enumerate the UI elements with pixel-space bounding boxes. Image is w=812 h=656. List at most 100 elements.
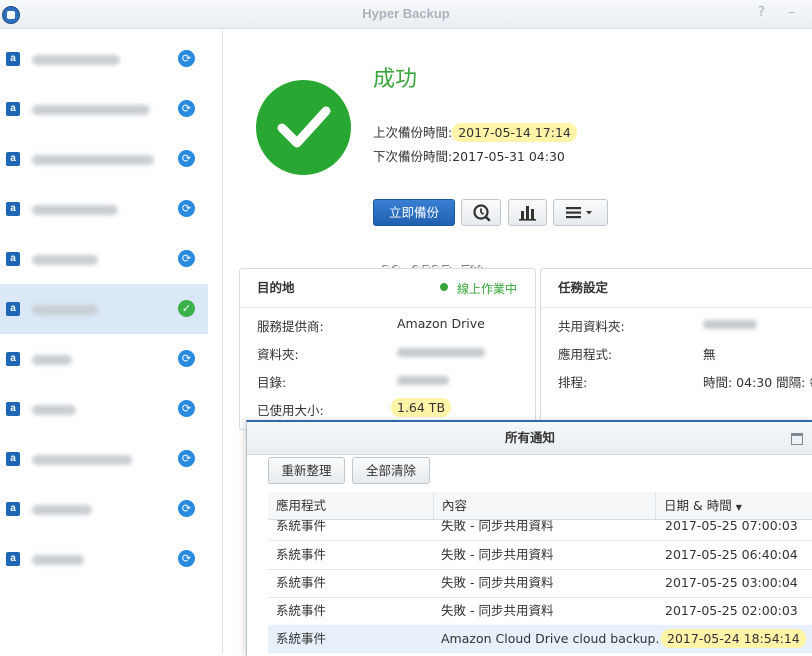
online-status: 線上作業中 xyxy=(457,282,518,296)
success-status-icon: ✓ xyxy=(178,300,195,317)
task-name-blurred xyxy=(32,555,84,565)
shared-folder-value-blurred xyxy=(703,320,757,329)
backup-task-sidebar: a ⟳ a ⟳ a ⟳ a ⟳ a ⟳ a ✓ a ⟳ a ⟳ a ⟳ a ⟳ … xyxy=(0,29,223,654)
table-row[interactable]: 系統事件 失敗 - 同步共用資料 2017-05-25 06:40:04 xyxy=(268,541,812,570)
shared-folder-label: 共用資料夾: xyxy=(558,319,625,334)
next-backup-time: 2017-05-31 04:30 xyxy=(452,149,565,164)
directory-value-blurred xyxy=(397,376,449,385)
row-datetime: 2017-05-25 06:40:04 xyxy=(665,547,798,562)
backup-status-title: 成功 xyxy=(373,67,418,92)
version-list-button[interactable] xyxy=(461,199,501,226)
table-row[interactable]: 系統事件 失敗 - 同步共用資料 2017-05-25 03:00:04 xyxy=(268,569,812,598)
statistics-button[interactable] xyxy=(508,199,547,226)
menu-hamburger-icon xyxy=(566,207,592,219)
row-app: 系統事件 xyxy=(276,631,327,646)
row-app: 系統事件 xyxy=(276,547,327,562)
used-size-value: 1.64 TB xyxy=(391,398,452,417)
task-item[interactable]: a ⟳ xyxy=(0,234,208,284)
checkmark-icon xyxy=(277,106,331,148)
task-name-blurred xyxy=(32,155,154,165)
datetime-header-label: 日期 & 時間 xyxy=(664,498,732,513)
row-datetime: 2017-05-25 02:00:03 xyxy=(665,603,798,618)
amazon-drive-icon: a xyxy=(6,302,20,316)
task-item[interactable]: a ⟳ xyxy=(0,84,208,134)
row-app: 系統事件 xyxy=(276,603,327,618)
task-name-blurred xyxy=(32,205,118,215)
task-item[interactable]: a ⟳ xyxy=(0,34,208,84)
task-name-blurred xyxy=(32,105,150,115)
row-app: 系統事件 xyxy=(276,575,327,590)
provider-value: Amazon Drive xyxy=(397,316,485,331)
title-bar: Hyper Backup ? – xyxy=(0,0,812,29)
table-row-selected[interactable]: 系統事件 Amazon Cloud Drive cloud backup... … xyxy=(268,625,812,653)
task-item[interactable]: a ⟳ xyxy=(0,184,208,234)
sync-status-icon: ⟳ xyxy=(178,50,195,67)
column-header-app[interactable]: 應用程式 xyxy=(268,492,434,519)
task-name-blurred xyxy=(32,455,132,465)
task-item[interactable]: a ⟳ xyxy=(0,434,208,484)
notifications-title: 所有通知 xyxy=(247,422,812,455)
task-item[interactable]: a ⟳ xyxy=(0,484,208,534)
amazon-drive-icon: a xyxy=(6,152,20,166)
row-content: 失敗 - 同步共用資料 xyxy=(441,575,554,590)
last-backup-time: 2017-05-14 17:14 xyxy=(452,123,577,142)
task-name-blurred xyxy=(32,355,72,365)
amazon-drive-icon: a xyxy=(6,502,20,516)
sort-down-icon: ▼ xyxy=(735,503,742,512)
row-content: Amazon Cloud Drive cloud backup... xyxy=(441,631,659,646)
sync-status-icon: ⟳ xyxy=(178,250,195,267)
last-backup-line: 上次備份時間: 2017-05-14 17:14 xyxy=(373,122,577,142)
next-backup-line: 下次備份時間:2017-05-31 04:30 xyxy=(373,146,565,165)
sync-status-icon: ⟳ xyxy=(178,200,195,217)
amazon-drive-icon: a xyxy=(6,202,20,216)
table-row[interactable]: 系統事件 失敗 - 同步共用資料 2017-05-25 07:00:03 xyxy=(268,520,812,541)
used-size-label: 已使用大小: xyxy=(257,403,324,418)
task-item[interactable]: a ⟳ xyxy=(0,134,208,184)
sync-status-icon: ⟳ xyxy=(178,150,195,167)
application-label: 應用程式: xyxy=(558,347,613,362)
row-content: 失敗 - 同步共用資料 xyxy=(441,520,554,533)
amazon-drive-icon: a xyxy=(6,452,20,466)
row-datetime-highlight-wrap: 2017-05-24 18:54:14 xyxy=(661,628,806,650)
sync-status-icon: ⟳ xyxy=(178,500,195,517)
sync-status-icon: ⟳ xyxy=(178,400,195,417)
help-icon[interactable]: ? xyxy=(758,5,765,20)
task-name-blurred xyxy=(32,405,76,415)
directory-label: 目錄: xyxy=(257,375,287,390)
task-settings-title: 任務設定 xyxy=(541,269,812,308)
explore-search-icon xyxy=(473,204,491,222)
row-content: 失敗 - 同步共用資料 xyxy=(441,547,554,562)
online-dot-icon xyxy=(440,283,448,291)
column-header-content[interactable]: 內容 xyxy=(434,492,656,519)
action-menu-button[interactable] xyxy=(553,199,608,226)
next-backup-label: 下次備份時間: xyxy=(373,149,453,164)
row-datetime: 2017-05-25 07:00:03 xyxy=(665,520,798,533)
row-datetime: 2017-05-24 18:54:14 xyxy=(661,629,806,648)
amazon-drive-icon: a xyxy=(6,52,20,66)
task-name-blurred xyxy=(32,55,120,65)
row-app: 系統事件 xyxy=(276,520,327,533)
amazon-drive-icon: a xyxy=(6,552,20,566)
amazon-drive-icon: a xyxy=(6,352,20,366)
task-item[interactable]: a ⟳ xyxy=(0,534,208,584)
folder-value-blurred xyxy=(397,348,485,357)
task-item[interactable]: a ⟳ xyxy=(0,334,208,384)
column-header-datetime[interactable]: 日期 & 時間 ▼ xyxy=(656,492,812,519)
amazon-drive-icon: a xyxy=(6,402,20,416)
minimize-icon[interactable]: – xyxy=(788,5,795,20)
clear-all-button[interactable]: 全部清除 xyxy=(352,457,430,484)
task-item-selected[interactable]: a ✓ xyxy=(0,284,208,334)
task-settings-card: 任務設定 共用資料夾: 應用程式: 無 排程: 時間: 04:30 間隔: 每 xyxy=(540,268,812,430)
bar-chart-icon xyxy=(519,206,536,221)
refresh-button[interactable]: 重新整理 xyxy=(268,457,345,484)
maximize-icon[interactable] xyxy=(791,433,803,445)
notifications-window: 所有通知 重新整理 全部清除 應用程式 內容 日期 & 時間 ▼ 系統事件 失敗… xyxy=(246,420,812,656)
application-value: 無 xyxy=(703,347,716,362)
task-name-blurred xyxy=(32,255,98,265)
sync-status-icon: ⟳ xyxy=(178,350,195,367)
task-item[interactable]: a ⟳ xyxy=(0,384,208,434)
row-datetime: 2017-05-25 03:00:04 xyxy=(665,575,798,590)
backup-now-button[interactable]: 立即備份 xyxy=(373,199,455,226)
amazon-drive-icon: a xyxy=(6,102,20,116)
table-row[interactable]: 系統事件 失敗 - 同步共用資料 2017-05-25 02:00:03 xyxy=(268,597,812,626)
